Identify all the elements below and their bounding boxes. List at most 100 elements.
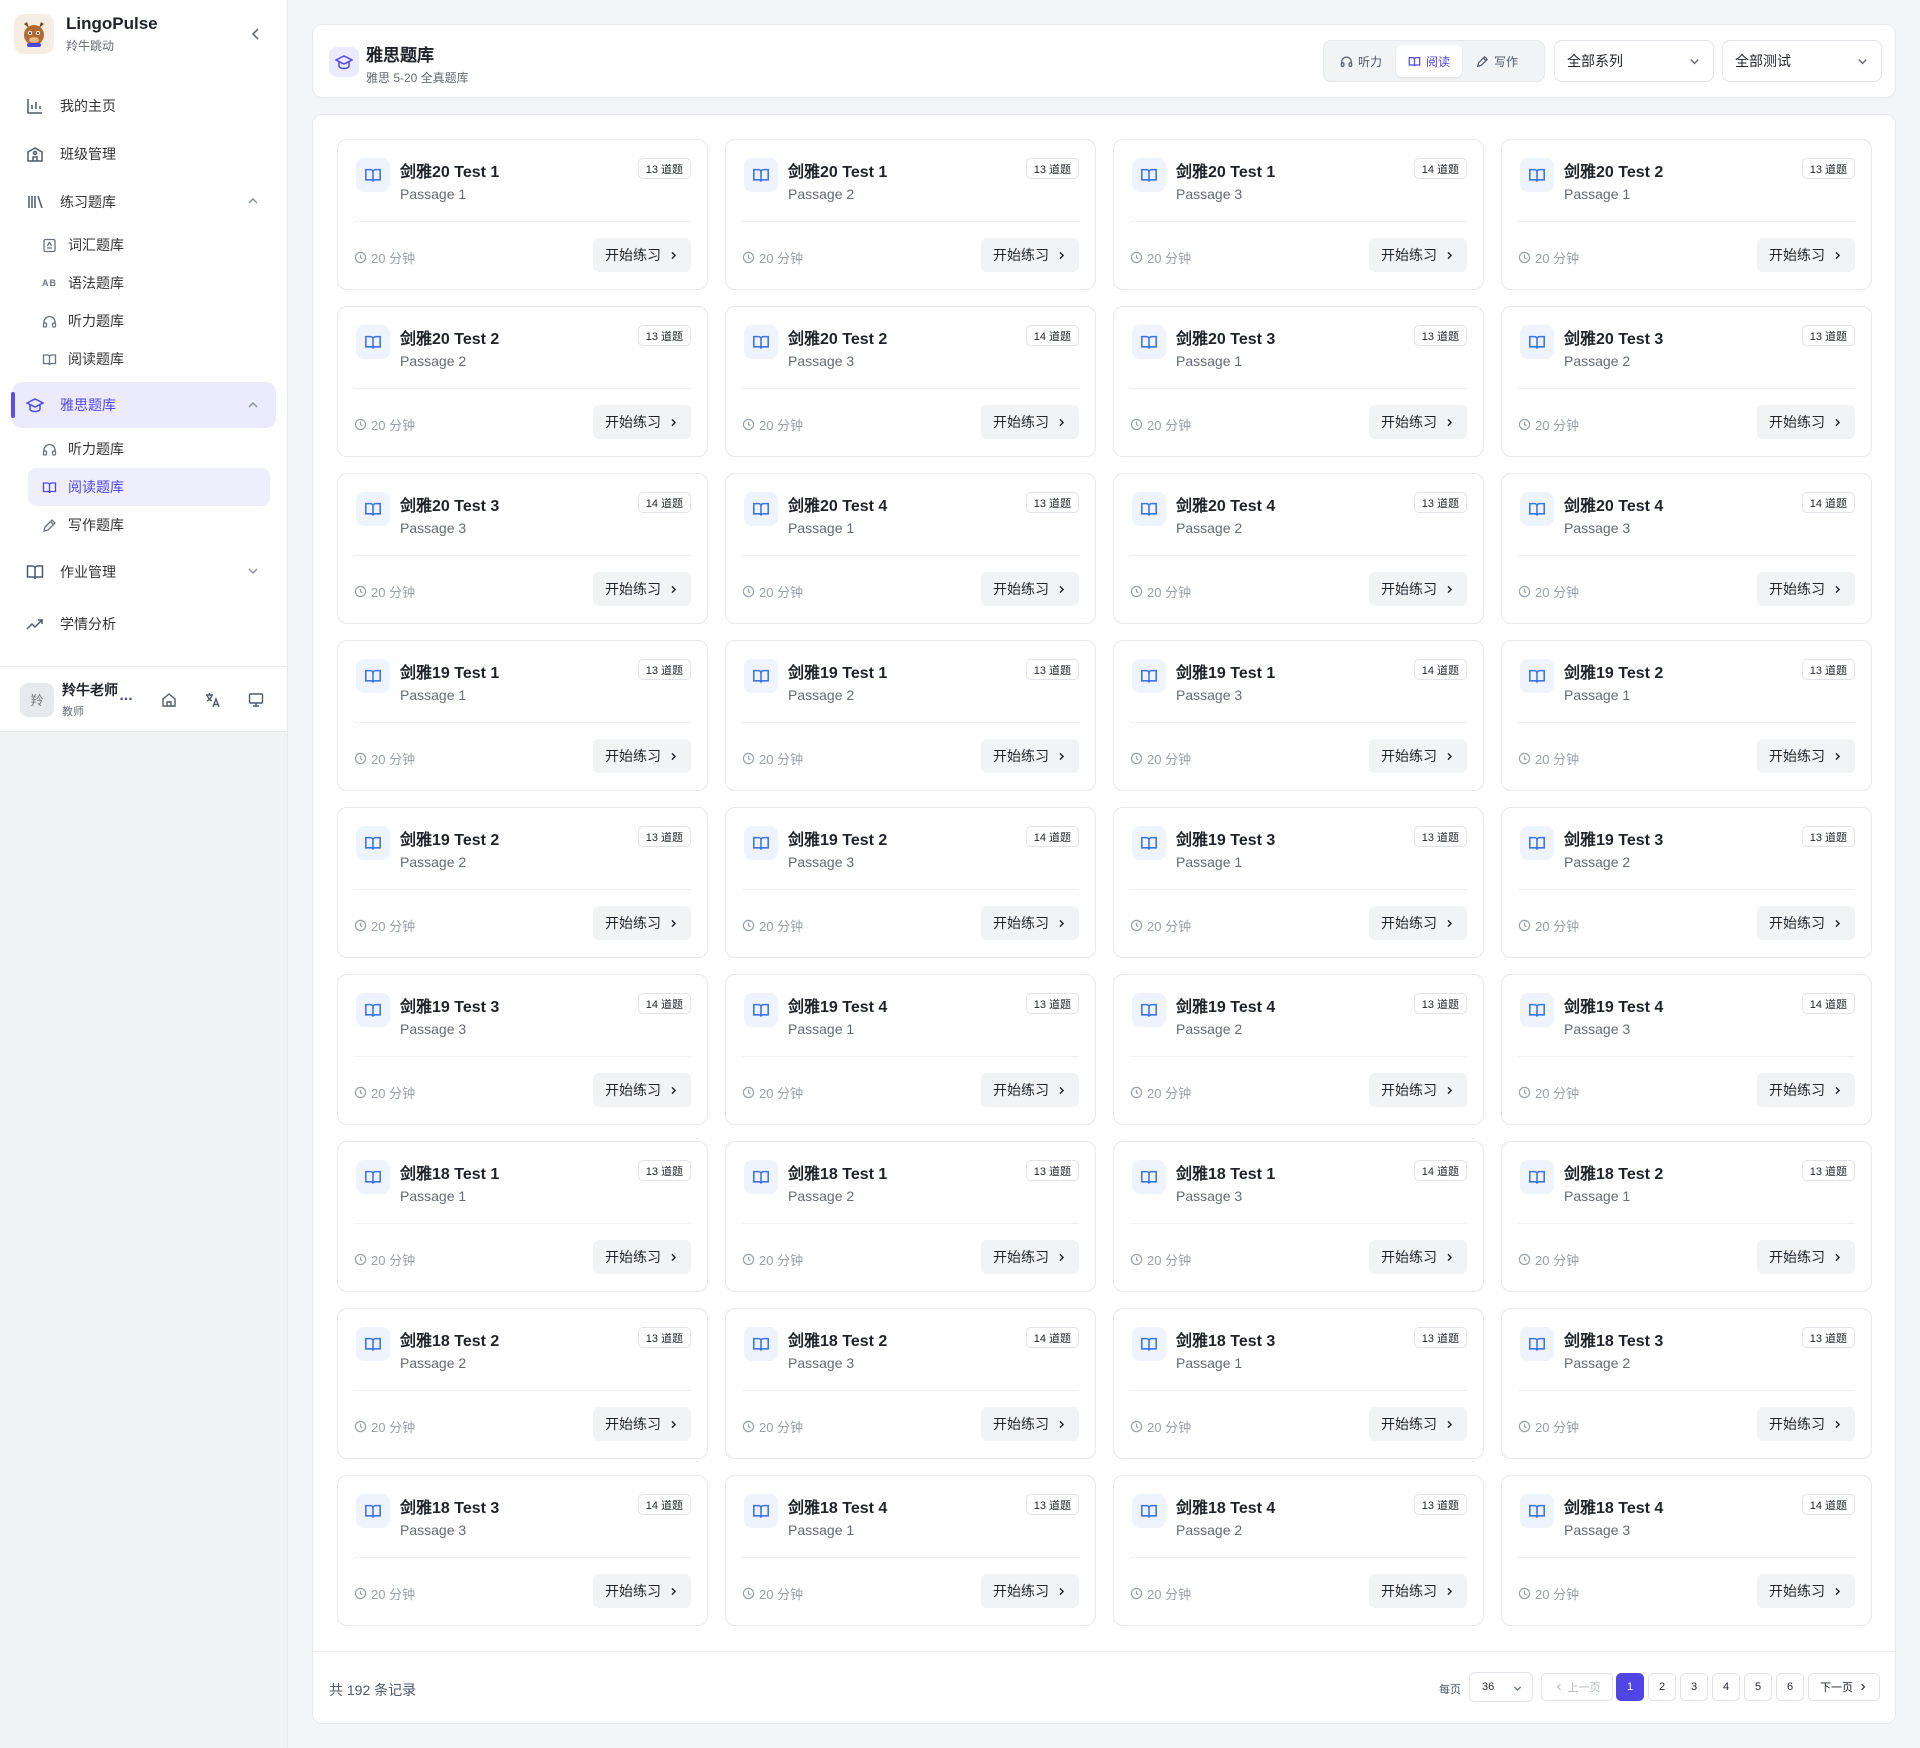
reading-passage-card[interactable]: 剑雅19 Test 3 Passage 2 13 道题 20 分钟 开始练习: [1501, 807, 1872, 958]
reading-passage-card[interactable]: 剑雅19 Test 2 Passage 1 13 道题 20 分钟 开始练习: [1501, 640, 1872, 791]
reading-passage-card[interactable]: 剑雅18 Test 4 Passage 3 14 道题 20 分钟 开始练习: [1501, 1475, 1872, 1626]
start-practice-button[interactable]: 开始练习: [1369, 238, 1467, 272]
sidebar-subitem-ielts-writing[interactable]: 写作题库: [0, 506, 288, 544]
reading-passage-card[interactable]: 剑雅20 Test 2 Passage 3 14 道题 20 分钟 开始练习: [725, 306, 1096, 457]
reading-passage-card[interactable]: 剑雅19 Test 3 Passage 1 13 道题 20 分钟 开始练习: [1113, 807, 1484, 958]
sidebar-item-ielts-bank[interactable]: 雅思题库: [11, 382, 276, 428]
start-practice-button[interactable]: 开始练习: [981, 572, 1079, 606]
reading-passage-card[interactable]: 剑雅18 Test 2 Passage 3 14 道题 20 分钟 开始练习: [725, 1308, 1096, 1459]
sidebar-subitem-reading-bank[interactable]: 阅读题库: [0, 340, 288, 378]
start-practice-button[interactable]: 开始练习: [593, 1073, 691, 1107]
reading-passage-card[interactable]: 剑雅19 Test 4 Passage 2 13 道题 20 分钟 开始练习: [1113, 974, 1484, 1125]
start-practice-button[interactable]: 开始练习: [593, 1574, 691, 1608]
start-practice-button[interactable]: 开始练习: [593, 572, 691, 606]
reading-passage-card[interactable]: 剑雅18 Test 1 Passage 2 13 道题 20 分钟 开始练习: [725, 1141, 1096, 1292]
start-practice-button[interactable]: 开始练习: [1757, 405, 1855, 439]
reading-passage-card[interactable]: 剑雅20 Test 1 Passage 3 14 道题 20 分钟 开始练习: [1113, 139, 1484, 290]
reading-passage-card[interactable]: 剑雅18 Test 1 Passage 3 14 道题 20 分钟 开始练习: [1113, 1141, 1484, 1292]
reading-passage-card[interactable]: 剑雅19 Test 3 Passage 3 14 道题 20 分钟 开始练习: [337, 974, 708, 1125]
reading-passage-card[interactable]: 剑雅19 Test 1 Passage 3 14 道题 20 分钟 开始练习: [1113, 640, 1484, 791]
reading-passage-card[interactable]: 剑雅19 Test 4 Passage 3 14 道题 20 分钟 开始练习: [1501, 974, 1872, 1125]
series-select[interactable]: 全部系列: [1554, 40, 1714, 82]
start-practice-button[interactable]: 开始练习: [1369, 1407, 1467, 1441]
tab-writing[interactable]: 写作: [1464, 45, 1530, 77]
reading-passage-card[interactable]: 剑雅19 Test 2 Passage 2 13 道题 20 分钟 开始练习: [337, 807, 708, 958]
start-practice-button[interactable]: 开始练习: [1369, 906, 1467, 940]
per-page-select[interactable]: 36: [1469, 1672, 1533, 1702]
page-button-2[interactable]: 2: [1648, 1673, 1676, 1701]
reading-passage-card[interactable]: 剑雅18 Test 4 Passage 2 13 道题 20 分钟 开始练习: [1113, 1475, 1484, 1626]
test-select[interactable]: 全部测试: [1722, 40, 1882, 82]
sidebar-subitem-ielts-listening[interactable]: 听力题库: [0, 430, 288, 468]
sidebar-subitem-listening-bank[interactable]: 听力题库: [0, 302, 288, 340]
prev-page-button[interactable]: 上一页: [1541, 1673, 1613, 1701]
tab-listening[interactable]: 听力: [1328, 45, 1394, 77]
reading-passage-card[interactable]: 剑雅18 Test 1 Passage 1 13 道题 20 分钟 开始练习: [337, 1141, 708, 1292]
start-practice-button[interactable]: 开始练习: [981, 739, 1079, 773]
start-practice-button[interactable]: 开始练习: [1369, 1073, 1467, 1107]
next-page-button[interactable]: 下一页: [1808, 1673, 1880, 1701]
sidebar-item-learning-analysis[interactable]: 学情分析: [0, 600, 288, 648]
translate-icon[interactable]: [202, 689, 224, 711]
start-practice-button[interactable]: 开始练习: [1757, 1073, 1855, 1107]
page-button-6[interactable]: 6: [1776, 1673, 1804, 1701]
avatar[interactable]: 羚: [20, 682, 54, 717]
start-practice-button[interactable]: 开始练习: [981, 1240, 1079, 1274]
reading-passage-card[interactable]: 剑雅20 Test 3 Passage 1 13 道题 20 分钟 开始练习: [1113, 306, 1484, 457]
home-icon[interactable]: [158, 689, 180, 711]
monitor-icon[interactable]: [245, 689, 267, 711]
reading-passage-card[interactable]: 剑雅19 Test 1 Passage 1 13 道题 20 分钟 开始练习: [337, 640, 708, 791]
reading-passage-card[interactable]: 剑雅19 Test 4 Passage 1 13 道题 20 分钟 开始练习: [725, 974, 1096, 1125]
start-practice-button[interactable]: 开始练习: [593, 238, 691, 272]
reading-passage-card[interactable]: 剑雅20 Test 4 Passage 2 13 道题 20 分钟 开始练习: [1113, 473, 1484, 624]
sidebar-item-practice-bank[interactable]: 练习题库: [0, 178, 288, 226]
reading-passage-card[interactable]: 剑雅18 Test 2 Passage 2 13 道题 20 分钟 开始练习: [337, 1308, 708, 1459]
start-practice-button[interactable]: 开始练习: [1369, 1574, 1467, 1608]
start-practice-button[interactable]: 开始练习: [981, 405, 1079, 439]
sidebar-item-home[interactable]: 我的主页: [0, 82, 288, 130]
reading-passage-card[interactable]: 剑雅20 Test 4 Passage 1 13 道题 20 分钟 开始练习: [725, 473, 1096, 624]
start-practice-button[interactable]: 开始练习: [981, 238, 1079, 272]
reading-passage-card[interactable]: 剑雅20 Test 3 Passage 2 13 道题 20 分钟 开始练习: [1501, 306, 1872, 457]
tab-reading[interactable]: 阅读: [1396, 45, 1463, 77]
start-practice-button[interactable]: 开始练习: [981, 1574, 1079, 1608]
page-button-1[interactable]: 1: [1616, 1673, 1644, 1701]
page-button-5[interactable]: 5: [1744, 1673, 1772, 1701]
start-practice-button[interactable]: 开始练习: [593, 405, 691, 439]
start-practice-button[interactable]: 开始练习: [593, 906, 691, 940]
page-button-3[interactable]: 3: [1680, 1673, 1708, 1701]
start-practice-button[interactable]: 开始练习: [1757, 1407, 1855, 1441]
reading-passage-card[interactable]: 剑雅20 Test 2 Passage 1 13 道题 20 分钟 开始练习: [1501, 139, 1872, 290]
reading-passage-card[interactable]: 剑雅20 Test 2 Passage 2 13 道题 20 分钟 开始练习: [337, 306, 708, 457]
reading-passage-card[interactable]: 剑雅20 Test 1 Passage 2 13 道题 20 分钟 开始练习: [725, 139, 1096, 290]
start-practice-button[interactable]: 开始练习: [1757, 739, 1855, 773]
more-icon[interactable]: ...: [115, 685, 137, 707]
collapse-sidebar-button[interactable]: [242, 20, 270, 48]
reading-passage-card[interactable]: 剑雅20 Test 3 Passage 3 14 道题 20 分钟 开始练习: [337, 473, 708, 624]
reading-passage-card[interactable]: 剑雅18 Test 2 Passage 1 13 道题 20 分钟 开始练习: [1501, 1141, 1872, 1292]
start-practice-button[interactable]: 开始练习: [1369, 739, 1467, 773]
start-practice-button[interactable]: 开始练习: [1757, 906, 1855, 940]
reading-passage-card[interactable]: 剑雅18 Test 3 Passage 2 13 道题 20 分钟 开始练习: [1501, 1308, 1872, 1459]
start-practice-button[interactable]: 开始练习: [981, 1407, 1079, 1441]
reading-passage-card[interactable]: 剑雅18 Test 4 Passage 1 13 道题 20 分钟 开始练习: [725, 1475, 1096, 1626]
sidebar-subitem-ielts-reading[interactable]: 阅读题库: [28, 468, 270, 506]
start-practice-button[interactable]: 开始练习: [1369, 1240, 1467, 1274]
sidebar-subitem-grammar-bank[interactable]: AB 语法题库: [0, 264, 288, 302]
start-practice-button[interactable]: 开始练习: [1757, 572, 1855, 606]
start-practice-button[interactable]: 开始练习: [1369, 405, 1467, 439]
reading-passage-card[interactable]: 剑雅19 Test 1 Passage 2 13 道题 20 分钟 开始练习: [725, 640, 1096, 791]
sidebar-item-homework-management[interactable]: 作业管理: [0, 548, 288, 596]
start-practice-button[interactable]: 开始练习: [981, 906, 1079, 940]
reading-passage-card[interactable]: 剑雅20 Test 4 Passage 3 14 道题 20 分钟 开始练习: [1501, 473, 1872, 624]
reading-passage-card[interactable]: 剑雅18 Test 3 Passage 3 14 道题 20 分钟 开始练习: [337, 1475, 708, 1626]
sidebar-item-class-management[interactable]: 班级管理: [0, 130, 288, 178]
start-practice-button[interactable]: 开始练习: [1757, 1574, 1855, 1608]
start-practice-button[interactable]: 开始练习: [981, 1073, 1079, 1107]
start-practice-button[interactable]: 开始练习: [593, 1240, 691, 1274]
reading-passage-card[interactable]: 剑雅20 Test 1 Passage 1 13 道题 20 分钟 开始练习: [337, 139, 708, 290]
sidebar-subitem-vocabulary-bank[interactable]: 词汇题库: [0, 226, 288, 264]
start-practice-button[interactable]: 开始练习: [593, 739, 691, 773]
start-practice-button[interactable]: 开始练习: [1757, 1240, 1855, 1274]
start-practice-button[interactable]: 开始练习: [593, 1407, 691, 1441]
